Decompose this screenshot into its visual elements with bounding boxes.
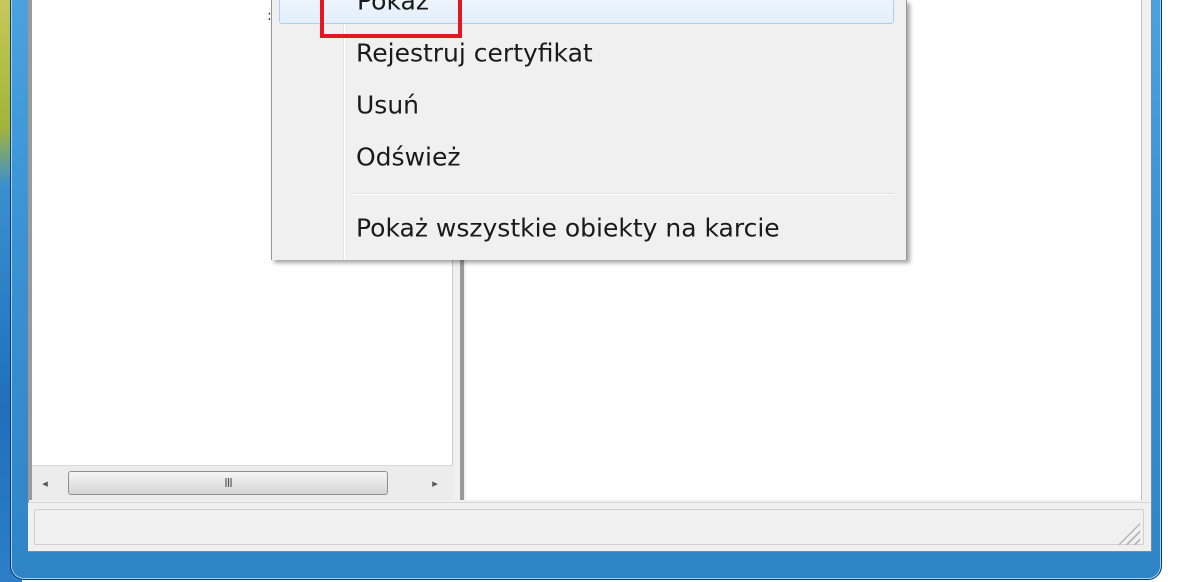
menu-separator [350, 193, 894, 195]
menu-item-label: Odśwież [356, 142, 461, 172]
menu-item-label: Pokaż wszystkie obiekty na karcie [356, 213, 780, 243]
menu-item-show-all-objects[interactable]: Pokaż wszystkie obiekty na karcie [279, 205, 894, 251]
menu-item-label: Rejestruj certyfikat [356, 38, 593, 68]
annotation-highlight-box [320, 0, 462, 38]
menu-item-delete[interactable]: Usuń [279, 82, 894, 128]
resize-grip-icon[interactable] [1112, 517, 1140, 545]
scrollbar-grip-icon: III [224, 476, 233, 490]
scroll-left-arrow-icon[interactable]: ◂ [37, 475, 53, 491]
status-bar [28, 502, 1150, 551]
tree-horizontal-scrollbar[interactable]: ◂ III ▸ [32, 465, 453, 500]
scrollbar-thumb[interactable]: III [68, 471, 388, 495]
scroll-right-arrow-icon[interactable]: ▸ [427, 475, 443, 491]
context-menu: Pokaż Rejestruj certyfikat Usuń Odśwież … [271, 0, 907, 260]
tree-connector-mark: : [267, 8, 272, 24]
menu-item-refresh[interactable]: Odśwież [279, 134, 894, 180]
menu-item-label: Usuń [356, 90, 420, 120]
